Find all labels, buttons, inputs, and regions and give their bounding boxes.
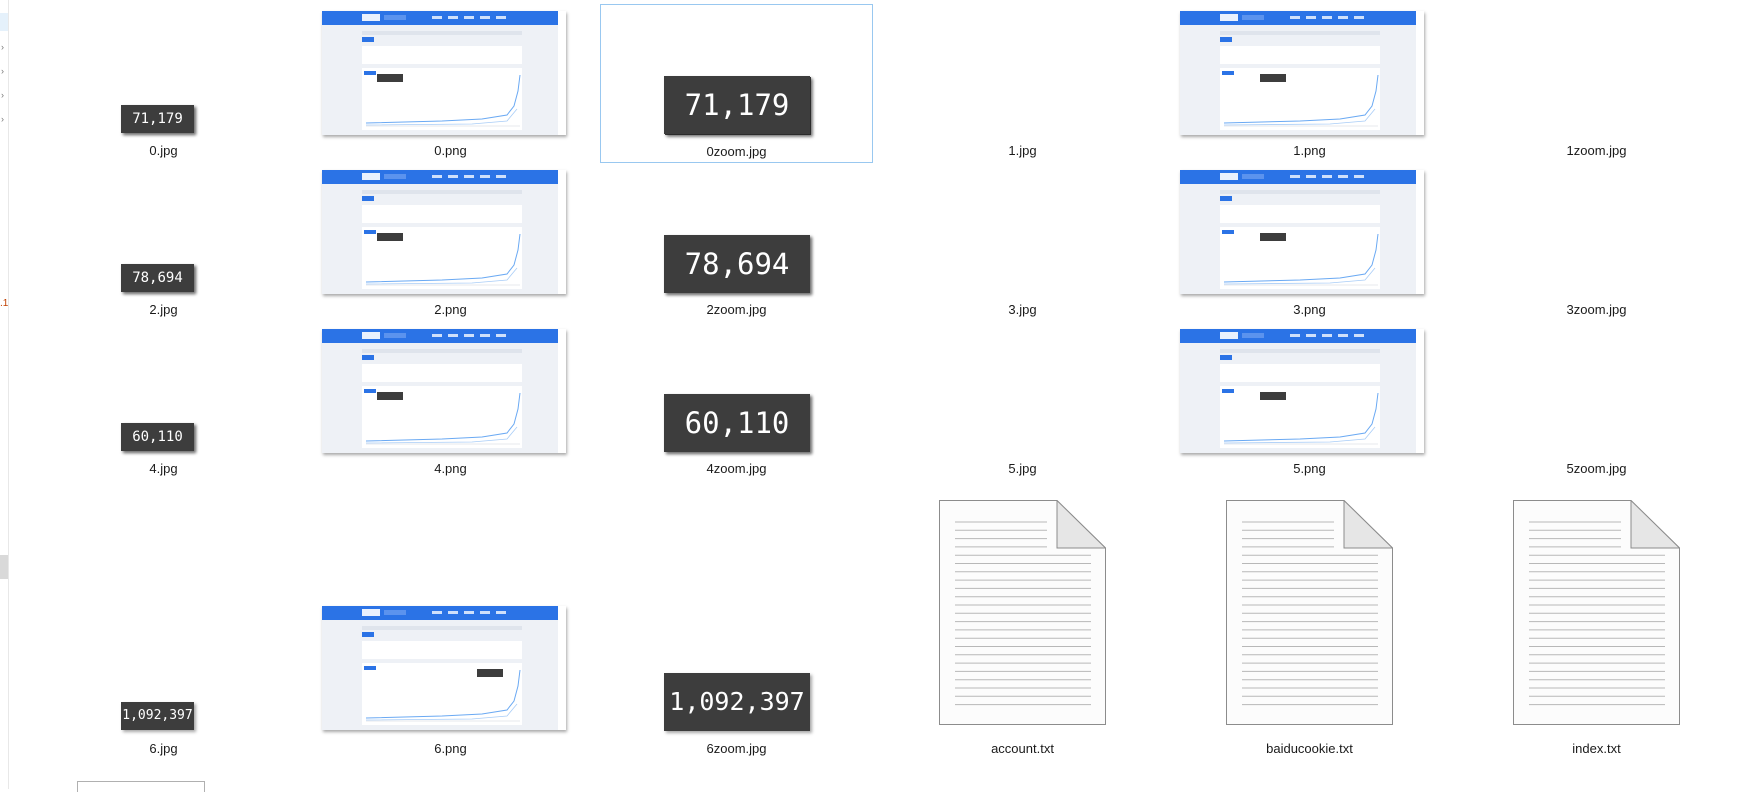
file-name-label: account.txt xyxy=(991,741,1054,756)
file-item[interactable]: index.txt xyxy=(1460,481,1733,764)
file-name-label: 2zoom.jpg xyxy=(706,302,767,317)
zoomed-number-thumbnail: 1,092,397 xyxy=(664,673,810,731)
screenshot-thumbnail xyxy=(322,11,566,135)
file-name-label: 6zoom.jpg xyxy=(706,741,767,756)
file-name-label: 4zoom.jpg xyxy=(706,461,767,476)
number-thumbnail: 60,110 xyxy=(121,423,194,451)
file-name-label: 3.png xyxy=(1293,302,1326,317)
file-item[interactable]: 78,694 3zoom.jpg xyxy=(664,163,1733,322)
file-item[interactable]: 78,694 3.jpg xyxy=(121,163,1159,322)
screenshot-thumbnail xyxy=(322,170,566,294)
file-item[interactable]: 2.png xyxy=(314,163,587,322)
screenshot-thumbnail xyxy=(1180,11,1424,135)
file-name-label: 1zoom.jpg xyxy=(1566,143,1627,158)
file-name-label: 0.jpg xyxy=(149,143,178,158)
number-thumbnail: 71,179 xyxy=(121,105,194,133)
file-item[interactable]: 0.png xyxy=(314,4,587,163)
file-item[interactable]: 4.png xyxy=(314,322,587,481)
file-name-label: 2.png xyxy=(434,302,467,317)
screenshot-thumbnail xyxy=(1180,329,1424,453)
expand-arrow-icon[interactable]: › xyxy=(1,67,6,76)
expand-arrow-icon[interactable]: › xyxy=(1,91,6,100)
file-name-label: 4.jpg xyxy=(149,461,178,476)
expand-arrow-icon[interactable]: › xyxy=(1,115,6,124)
file-name-label: 4.png xyxy=(434,461,467,476)
file-item[interactable]: 105,9634.jpg xyxy=(27,322,300,481)
file-item[interactable]: 64,2610.jpg xyxy=(27,4,300,163)
file-name-label: 0.png xyxy=(434,143,467,158)
text-document-icon xyxy=(1513,499,1681,725)
file-name-label: 6.jpg xyxy=(149,741,178,756)
nav-scroll-thumb[interactable] xyxy=(0,555,8,579)
zoomed-number-thumbnail: 78,694 xyxy=(664,235,810,293)
file-item[interactable]: 1,092,397 6zoom.jpg xyxy=(600,481,873,764)
file-name-label: 3zoom.jpg xyxy=(1566,302,1627,317)
zoomed-number-thumbnail: 71,179 xyxy=(664,76,810,134)
file-item[interactable]: 60,110 5zoom.jpg xyxy=(664,322,1733,481)
file-item[interactable]: 63,6442.jpg xyxy=(27,163,300,322)
file-name-label: baiducookie.txt xyxy=(1266,741,1353,756)
file-name-label: 5zoom.jpg xyxy=(1566,461,1627,476)
file-name-label: 5.jpg xyxy=(1008,461,1037,476)
file-name-label: 0zoom.jpg xyxy=(706,144,767,159)
file-item[interactable]: 6.png xyxy=(314,481,587,764)
screenshot-thumbnail xyxy=(322,606,566,730)
text-document-icon xyxy=(1226,499,1394,725)
expand-arrow-icon[interactable]: › xyxy=(1,43,6,52)
file-name-label: index.txt xyxy=(1572,741,1621,756)
file-item[interactable]: account.txt xyxy=(886,481,1159,764)
file-item[interactable]: 71,179 1zoom.jpg xyxy=(664,4,1733,163)
number-thumbnail: 78,694 xyxy=(121,264,194,292)
file-item[interactable]: 5.png xyxy=(1173,322,1446,481)
screenshot-thumbnail xyxy=(1180,170,1424,294)
file-name-label: 2.jpg xyxy=(149,302,178,317)
screenshot-thumbnail xyxy=(322,329,566,453)
file-item[interactable]: 1,092,397 6.jpg xyxy=(27,481,300,764)
next-row-item-partial[interactable] xyxy=(77,781,205,792)
file-item[interactable]: 3.png xyxy=(1173,163,1446,322)
text-document-icon xyxy=(939,499,1107,725)
file-name-label: 1.jpg xyxy=(1008,143,1037,158)
nav-selected-item[interactable] xyxy=(0,13,8,31)
file-name-label: 3.jpg xyxy=(1008,302,1037,317)
file-item[interactable]: 60,110 5.jpg xyxy=(121,322,1159,481)
file-item[interactable]: 71,179 1.jpg xyxy=(121,4,1159,163)
number-thumbnail: 1,092,397 xyxy=(121,702,194,730)
file-name-label: 1.png xyxy=(1293,143,1326,158)
file-name-label: 5.png xyxy=(1293,461,1326,476)
file-name-label: 6.png xyxy=(434,741,467,756)
file-item[interactable]: baiducookie.txt xyxy=(1173,481,1446,764)
nav-clipped-text: .1 xyxy=(0,298,9,309)
file-item[interactable]: 1.png xyxy=(1173,4,1446,163)
zoomed-number-thumbnail: 60,110 xyxy=(664,394,810,452)
